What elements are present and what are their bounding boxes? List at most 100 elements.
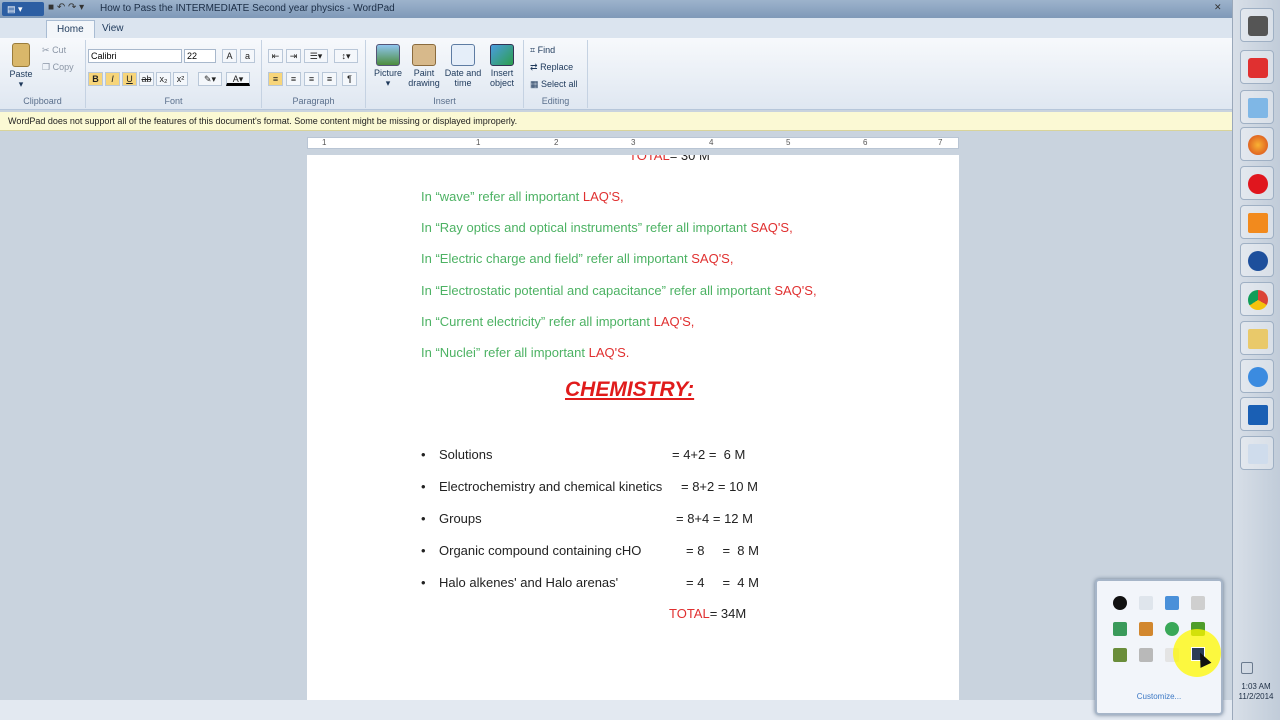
doc-line-text: In “Ray optics and optical instruments” … bbox=[421, 220, 751, 235]
font-group: Calibri 22 A a B I U ab x₂ x² ✎▾ A▾ Font bbox=[86, 40, 262, 108]
decrease-indent-button[interactable]: ⇤ bbox=[268, 49, 283, 63]
copy-icon: ❐ bbox=[42, 62, 51, 72]
font-color-button[interactable]: A▾ bbox=[226, 72, 250, 86]
taskbar-printer-icon[interactable] bbox=[1240, 8, 1274, 42]
tray-device-icon[interactable] bbox=[1191, 596, 1205, 610]
tray-volume-icon[interactable] bbox=[1139, 622, 1153, 636]
tab-view[interactable]: View bbox=[92, 20, 134, 38]
doc-line: In “Nuclei” refer all important LAQ'S. bbox=[421, 345, 629, 360]
paragraph-group: ⇤ ⇥ ☰▾ ↕▾ ≡ ≡ ≡ ≡ ¶ Paragraph bbox=[262, 40, 366, 108]
tab-home[interactable]: Home bbox=[46, 20, 95, 38]
clock-time: 1:03 AM bbox=[1241, 682, 1271, 691]
clock[interactable]: 1:03 AM 11/2/2014 bbox=[1234, 682, 1278, 702]
doc-line-tail: , bbox=[789, 220, 793, 235]
title-bar: ▤ ▾ ■ ↶ ↷ ▾ How to Pass the INTERMEDIATE… bbox=[0, 0, 1232, 18]
paste-button[interactable]: Paste ▾ bbox=[6, 43, 36, 89]
clock-date: 11/2/2014 bbox=[1238, 692, 1274, 701]
chem-topic: Electrochemistry and chemical kinetics bbox=[439, 479, 663, 494]
font-group-label: Font bbox=[164, 96, 183, 106]
taskbar-ie-icon[interactable] bbox=[1240, 359, 1274, 393]
ruler[interactable]: 1 1 2 3 4 5 6 7 bbox=[307, 137, 959, 149]
status-strip bbox=[0, 700, 1232, 720]
close-icon[interactable]: ✕ bbox=[1214, 2, 1228, 14]
clipboard-group-label: Clipboard bbox=[23, 96, 62, 106]
italic-button[interactable]: I bbox=[105, 72, 120, 86]
editing-group: ⌗ Find ⇄ Replace ▦ Select all Editing bbox=[524, 40, 588, 108]
copy-button[interactable]: ❐ Copy bbox=[42, 62, 74, 73]
taskbar-firefox-icon[interactable] bbox=[1240, 127, 1274, 161]
ruler-mark: 5 bbox=[786, 138, 791, 147]
find-button[interactable]: ⌗ Find bbox=[530, 45, 555, 56]
clipboard-icon bbox=[12, 43, 30, 67]
insert-object-button[interactable]: Insert object bbox=[484, 44, 520, 88]
doc-cut-total: TOTAL bbox=[629, 155, 670, 163]
clipboard-group: Paste ▾ ✂ Cut ❐ Copy Clipboard bbox=[0, 40, 86, 108]
align-center-button[interactable]: ≡ bbox=[286, 72, 301, 86]
date-time-button[interactable]: Date and time bbox=[444, 44, 482, 88]
cut-button[interactable]: ✂ Cut bbox=[42, 45, 66, 56]
chem-marks: = 8+2 = 10 M bbox=[681, 479, 758, 494]
subscript-button[interactable]: x₂ bbox=[156, 72, 171, 86]
justify-button[interactable]: ≡ bbox=[322, 72, 337, 86]
tray-record-icon[interactable] bbox=[1113, 596, 1127, 610]
tray-sync-icon[interactable] bbox=[1165, 622, 1179, 636]
doc-line-text: In “Electric charge and field” refer all… bbox=[421, 251, 692, 266]
highlight-color-button[interactable]: ✎▾ bbox=[198, 72, 222, 86]
taskbar-window-icon[interactable] bbox=[1240, 436, 1274, 470]
taskbar-vlc-icon[interactable] bbox=[1240, 205, 1274, 239]
taskbar-app-icon[interactable] bbox=[1240, 243, 1274, 277]
select-all-label: Select all bbox=[541, 79, 578, 89]
taskbar bbox=[1232, 0, 1280, 720]
taskbar-chrome-icon[interactable] bbox=[1240, 282, 1274, 316]
paint-drawing-label: Paint drawing bbox=[408, 68, 440, 88]
taskbar-explorer-icon[interactable] bbox=[1240, 321, 1274, 355]
taskbar-screen-icon[interactable] bbox=[1240, 397, 1274, 431]
paint-drawing-button[interactable]: Paint drawing bbox=[406, 44, 442, 88]
notification-flag-icon[interactable] bbox=[1241, 662, 1253, 674]
font-family-select[interactable]: Calibri bbox=[88, 49, 182, 63]
ruler-mark: 2 bbox=[554, 138, 559, 147]
paste-label: Paste bbox=[9, 69, 33, 79]
find-label: Find bbox=[537, 45, 556, 55]
app-menu-button[interactable]: ▤ ▾ bbox=[2, 2, 44, 16]
chem-marks: = 8+4 = 12 M bbox=[676, 511, 753, 526]
shrink-font-button[interactable]: a bbox=[240, 49, 255, 63]
compatibility-info-bar: WordPad does not support all of the feat… bbox=[0, 112, 1232, 131]
bullets-button[interactable]: ☰▾ bbox=[304, 49, 328, 63]
replace-button[interactable]: ⇄ Replace bbox=[530, 62, 573, 73]
tray-customize-link[interactable]: Customize... bbox=[1097, 692, 1221, 701]
quick-access-toolbar[interactable]: ■ ↶ ↷ ▾ bbox=[48, 2, 84, 13]
tray-usb-icon[interactable] bbox=[1139, 648, 1153, 662]
document-page[interactable]: TOTAL= 30 M In “wave” refer all importan… bbox=[307, 155, 959, 700]
taskbar-opera-icon[interactable] bbox=[1240, 166, 1274, 200]
doc-line-tail: , bbox=[812, 283, 817, 298]
insert-object-label: Insert object bbox=[489, 68, 515, 88]
tray-network-icon[interactable] bbox=[1165, 596, 1179, 610]
picture-button[interactable]: Picture ▾ bbox=[370, 44, 406, 88]
strikethrough-button[interactable]: ab bbox=[139, 72, 154, 86]
paragraph-dialog-button[interactable]: ¶ bbox=[342, 72, 357, 86]
tray-shield-icon[interactable] bbox=[1113, 648, 1127, 662]
line-spacing-button[interactable]: ↕▾ bbox=[334, 49, 358, 63]
font-size-select[interactable]: 22 bbox=[184, 49, 216, 63]
taskbar-wordpad-icon[interactable] bbox=[1240, 90, 1274, 124]
calendar-icon bbox=[451, 44, 475, 66]
binoculars-icon: ⌗ bbox=[530, 45, 536, 55]
grow-font-button[interactable]: A bbox=[222, 49, 237, 63]
select-all-button[interactable]: ▦ Select all bbox=[530, 79, 578, 90]
taskbar-store-icon[interactable] bbox=[1240, 50, 1274, 84]
align-left-button[interactable]: ≡ bbox=[268, 72, 283, 86]
underline-button[interactable]: U bbox=[122, 72, 137, 86]
picture-label: Picture bbox=[373, 68, 402, 78]
increase-indent-button[interactable]: ⇥ bbox=[286, 49, 301, 63]
bold-button[interactable]: B bbox=[88, 72, 103, 86]
tray-app-icon[interactable] bbox=[1113, 622, 1127, 636]
scissors-icon: ✂ bbox=[42, 45, 50, 55]
ruler-mark: 7 bbox=[938, 138, 943, 147]
align-right-button[interactable]: ≡ bbox=[304, 72, 319, 86]
insert-group-label: Insert bbox=[433, 96, 456, 106]
tray-flag-icon[interactable] bbox=[1139, 596, 1153, 610]
ruler-mark: 6 bbox=[863, 138, 868, 147]
ruler-mark: 1 bbox=[476, 138, 481, 147]
superscript-button[interactable]: x² bbox=[173, 72, 188, 86]
